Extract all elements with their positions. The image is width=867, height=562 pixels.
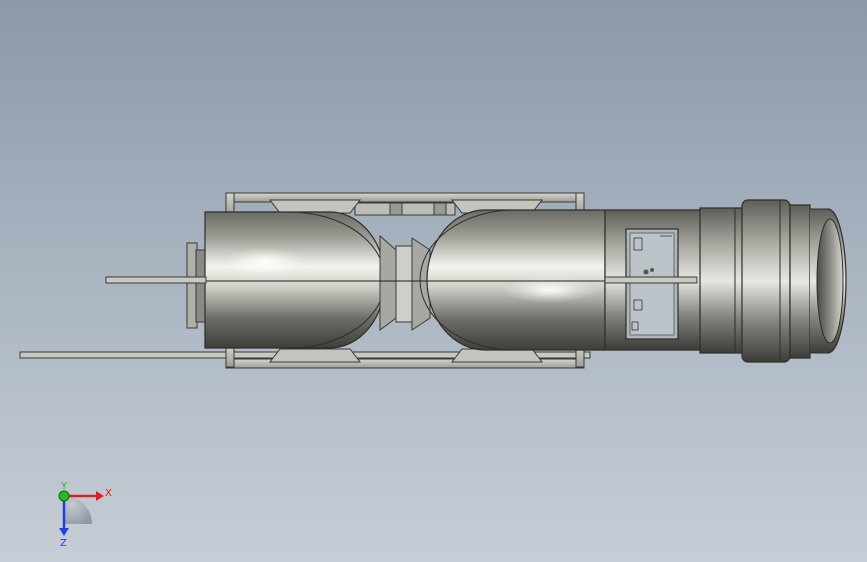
cad-viewport[interactable]: X Y Z (0, 0, 867, 562)
rear-end-plate[interactable] (186, 242, 207, 329)
x-axis-label: X (105, 488, 112, 499)
coordinate-triad: X Y Z (40, 480, 130, 550)
y-axis-label: Y (60, 481, 68, 492)
model-view[interactable] (0, 0, 867, 562)
y-axis-dot-icon (58, 490, 70, 502)
control-panel[interactable] (625, 228, 679, 340)
camera-ring-assembly[interactable] (741, 199, 847, 363)
coupling-joint[interactable] (379, 234, 431, 331)
triad-shade-icon (64, 496, 92, 524)
front-tank[interactable] (419, 209, 606, 351)
rear-tank[interactable] (204, 211, 386, 349)
z-axis-label: Z (60, 538, 67, 549)
